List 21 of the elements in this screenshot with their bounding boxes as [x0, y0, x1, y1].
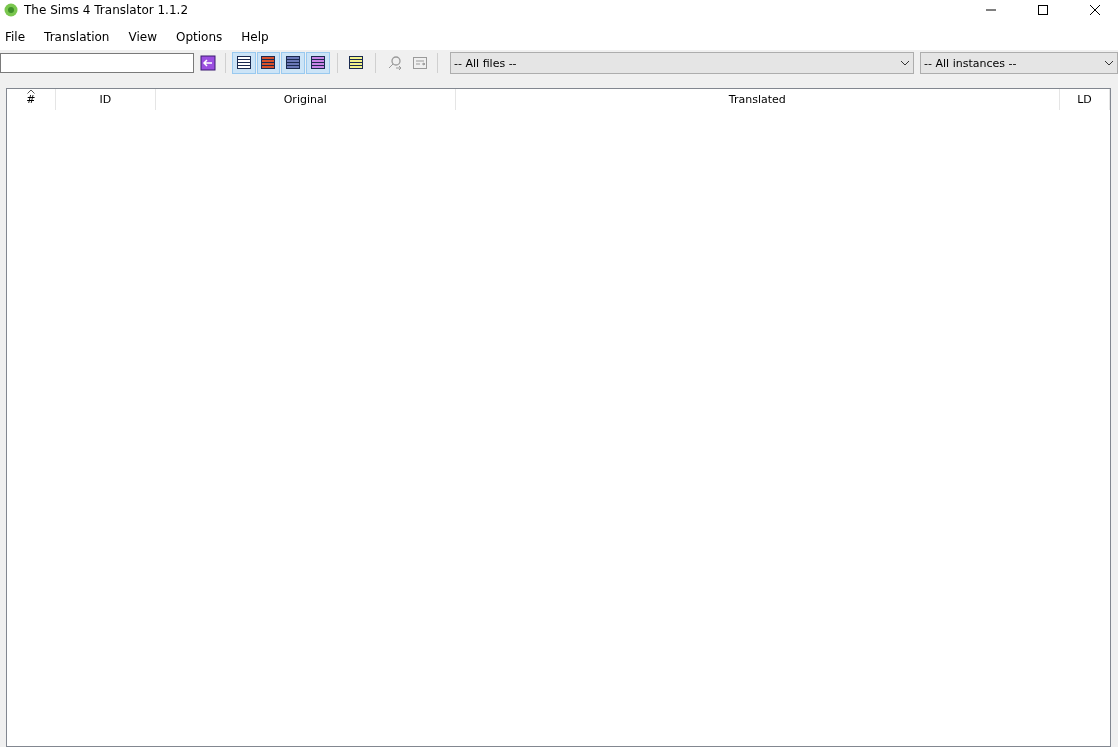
window-title: The Sims 4 Translator 1.1.2: [24, 3, 189, 17]
close-icon: [1089, 4, 1101, 16]
column-header[interactable]: ID: [55, 89, 156, 110]
chevron-down-icon: [900, 60, 911, 66]
column-header[interactable]: Translated: [455, 89, 1061, 110]
instances-dropdown[interactable]: -- All instances --: [920, 52, 1118, 74]
app-logo-icon: [4, 3, 18, 17]
maximize-icon: [1037, 4, 1049, 16]
magnifier-icon: [387, 55, 404, 71]
column-header[interactable]: Original: [155, 89, 456, 110]
files-dropdown[interactable]: -- All files --: [450, 52, 915, 74]
menu-item[interactable]: Translation: [39, 30, 118, 44]
search-field[interactable]: [0, 53, 194, 73]
menu-item[interactable]: Help: [236, 30, 277, 44]
column-header[interactable]: LD: [1060, 89, 1110, 110]
menu-item[interactable]: Options: [170, 30, 231, 44]
column-header[interactable]: #: [7, 89, 56, 110]
chevron-down-icon: [1104, 60, 1114, 66]
menu-item[interactable]: View: [123, 30, 165, 44]
document-icon: [412, 55, 429, 71]
menu-item[interactable]: File: [0, 30, 34, 44]
